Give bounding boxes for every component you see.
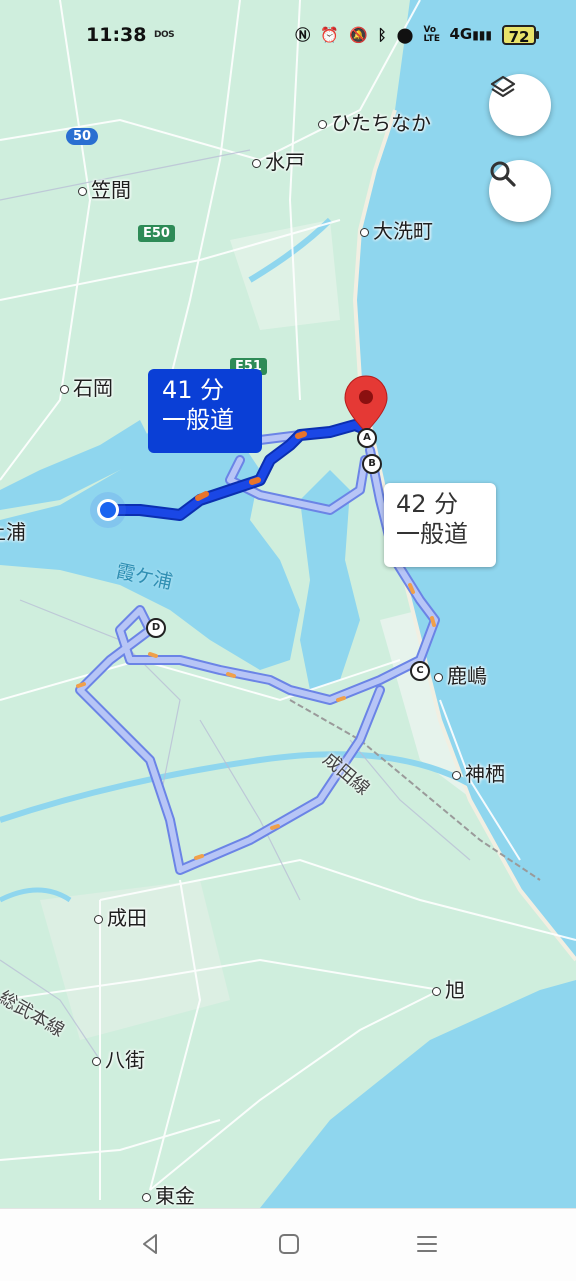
place-label: 鹿嶋 (447, 664, 487, 688)
place-label: 東金 (155, 1184, 195, 1208)
battery-icon: 72 (502, 24, 539, 46)
primary-route-callout[interactable]: 41 分 一般道 (148, 369, 262, 453)
status-bar: 11:38 DOS Ⓝ ⏰ 🔕 ᛒ ⬤ Vo LTE 4G▮▮▮ 72 (0, 0, 576, 74)
layers-icon (490, 75, 516, 98)
alternate-route-duration: 42 分 (396, 490, 459, 518)
status-time: 11:38 (86, 24, 147, 46)
place-label: 水戸 (265, 150, 305, 174)
place-kashima[interactable]: 鹿嶋 (434, 660, 487, 689)
waypoint-d[interactable]: D (146, 618, 166, 638)
place-mito[interactable]: 水戸 (252, 146, 305, 175)
map-view[interactable]: 11:38 DOS Ⓝ ⏰ 🔕 ᛒ ⬤ Vo LTE 4G▮▮▮ 72 50 E… (0, 0, 576, 1208)
search-button[interactable] (489, 160, 551, 222)
mute-icon: 🔕 (348, 25, 368, 44)
location-icon: ⬤ (396, 25, 414, 44)
network-type: 4G (449, 25, 473, 43)
waypoint-c[interactable]: C (410, 661, 430, 681)
primary-route-type: 一般道 (162, 406, 234, 434)
place-label: 成田 (107, 906, 147, 930)
place-label: ひたちなか (331, 111, 431, 135)
waypoint-a[interactable]: A (357, 428, 377, 448)
status-icons: Ⓝ ⏰ 🔕 ᛒ ⬤ Vo LTE 4G▮▮▮ 72 (295, 24, 539, 46)
place-ishioka[interactable]: 石岡 (60, 372, 113, 401)
place-asahi[interactable]: 旭 (432, 974, 465, 1003)
place-label: 石岡 (73, 376, 113, 400)
back-icon[interactable] (136, 1229, 166, 1259)
e50-shield: E50 (138, 225, 175, 242)
menu-icon[interactable] (412, 1229, 442, 1259)
primary-route-duration: 41 分 (162, 376, 225, 404)
place-togane[interactable]: 東金 (142, 1180, 195, 1208)
place-yachimata[interactable]: 八街 (92, 1044, 145, 1073)
search-icon (490, 161, 516, 187)
system-nav-bar (0, 1208, 576, 1281)
layers-button[interactable] (489, 74, 551, 136)
nfc-icon: Ⓝ (295, 25, 311, 44)
home-icon[interactable] (274, 1229, 304, 1259)
dos-indicator: DOS (154, 30, 175, 40)
route-50-shield: 50 (66, 128, 99, 145)
place-label: 神栖 (465, 762, 505, 786)
place-label: 土浦 (0, 520, 26, 544)
signal-4g-icon: 4G▮▮▮ (449, 25, 492, 43)
waypoint-b[interactable]: B (362, 454, 382, 474)
place-oarai[interactable]: 大洗町 (360, 215, 433, 244)
place-label: 旭 (445, 978, 465, 1002)
place-kasama[interactable]: 笠間 (78, 174, 131, 203)
place-label: 笠間 (91, 178, 131, 202)
place-tsuchiura[interactable]: 土浦 (0, 516, 26, 545)
volte-icon: Vo LTE (423, 24, 440, 44)
alarm-icon: ⏰ (320, 25, 339, 44)
place-narita[interactable]: 成田 (94, 902, 147, 931)
alternate-route-callout[interactable]: 42 分 一般道 (384, 483, 496, 567)
place-kamisu[interactable]: 神栖 (452, 758, 505, 787)
place-label: 大洗町 (373, 219, 433, 243)
bluetooth-icon: ᛒ (377, 25, 387, 44)
place-hitachinaka[interactable]: ひたちなか (318, 107, 431, 136)
alternate-route-type: 一般道 (396, 520, 468, 548)
place-label: 八街 (105, 1048, 145, 1072)
battery-level: 72 (508, 27, 530, 46)
